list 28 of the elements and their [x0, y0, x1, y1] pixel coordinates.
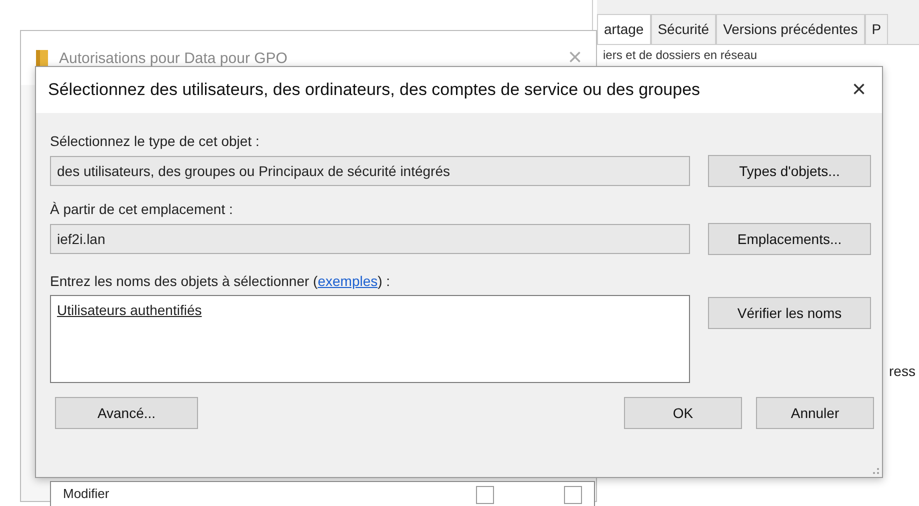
locations-button[interactable]: Emplacements... [708, 223, 871, 255]
object-type-field: des utilisateurs, des groupes ou Principaux de sécurité intégrés [50, 156, 690, 186]
close-button[interactable]: × [852, 76, 866, 104]
section-title: iers et de dossiers en réseau [603, 48, 758, 62]
tab[interactable]: Versions précédentes [716, 14, 865, 44]
field-label: Sélectionnez le type de cet objet : [50, 133, 260, 149]
checkbox[interactable] [564, 486, 582, 504]
tab[interactable]: P [864, 14, 888, 44]
label-text: ress [889, 363, 916, 379]
folder-icon [35, 49, 49, 67]
permission-label: Modifier [63, 486, 110, 501]
dialog-title: Sélectionnez des utilisateurs, des ordinateurs, des comptes de service ou des groupes [48, 80, 702, 100]
tab[interactable]: Sécurité [650, 14, 716, 44]
check-names-button[interactable]: Vérifier les noms [708, 297, 871, 329]
advanced-button[interactable]: Avancé... [55, 397, 198, 429]
object-types-button[interactable]: Types d'objets... [708, 155, 871, 187]
names-input-field[interactable]: Utilisateurs authentifiés [50, 295, 690, 383]
examples-link[interactable]: exemples [318, 273, 378, 289]
cancel-button[interactable]: Annuler [756, 397, 874, 429]
checkbox[interactable] [476, 486, 494, 504]
resize-grip-icon [870, 465, 880, 475]
location-field: ief2i.lan [50, 224, 690, 254]
object-name: Utilisateurs authentifiés [57, 302, 202, 318]
ok-button[interactable]: OK [624, 397, 742, 429]
window-title: Autorisations pour Data pour GPO [59, 50, 288, 66]
tab[interactable]: artage [597, 14, 651, 44]
field-label: À partir de cet emplacement : [50, 201, 234, 217]
field-label: Entrez les noms des objets à sélectionner (exemples) : [50, 273, 392, 289]
